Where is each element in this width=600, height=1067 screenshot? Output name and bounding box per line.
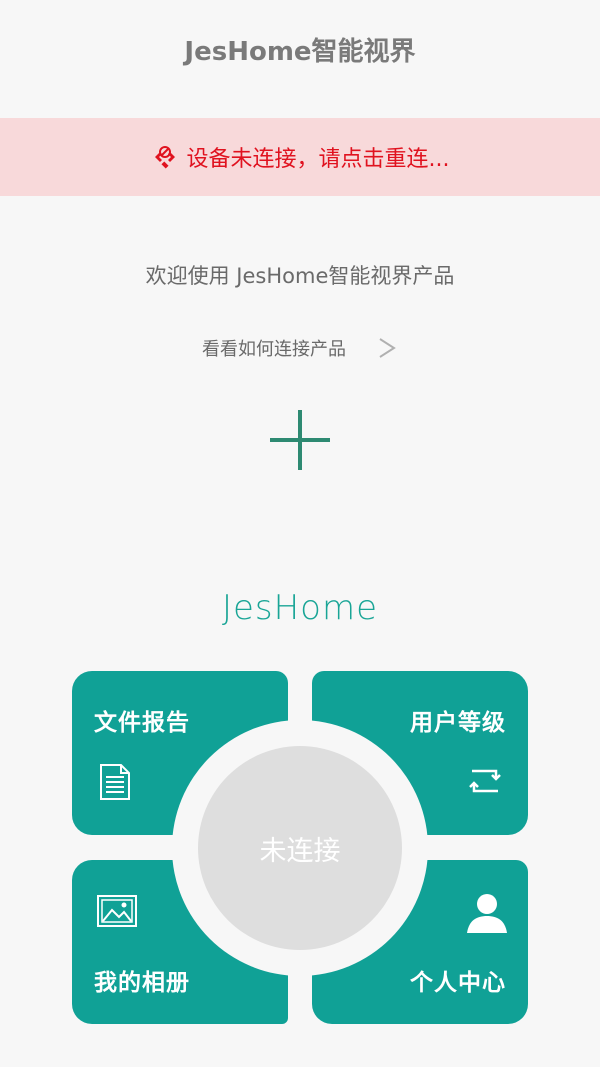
file-report-label: 文件报告	[94, 710, 190, 736]
disconnect-icon	[154, 146, 175, 169]
page-title: JesHome智能视界	[184, 37, 416, 67]
refresh-icon	[469, 769, 501, 793]
user-icon	[467, 894, 507, 933]
add-device-plus-icon[interactable]	[268, 408, 332, 472]
alert-text: 设备未连接，请点击重连...	[186, 147, 450, 172]
image-icon	[97, 895, 137, 927]
connection-status-label: 未连接	[259, 835, 341, 867]
my-album-label: 我的相册	[94, 970, 190, 996]
how-to-connect-link[interactable]: 看看如何连接产品	[0, 330, 600, 366]
connection-alert-banner[interactable]: 设备未连接，请点击重连...	[0, 118, 600, 196]
brand-logo: JesHome	[221, 588, 379, 628]
connection-status-button[interactable]: 未连接	[198, 746, 402, 950]
how-to-connect-label: 看看如何连接产品	[202, 339, 346, 360]
chevron-right-icon	[379, 338, 396, 358]
document-icon	[100, 764, 130, 800]
welcome-text: 欢迎使用 JesHome智能视界产品	[145, 264, 455, 288]
user-level-label: 用户等级	[410, 710, 506, 736]
profile-label: 个人中心	[410, 970, 506, 996]
